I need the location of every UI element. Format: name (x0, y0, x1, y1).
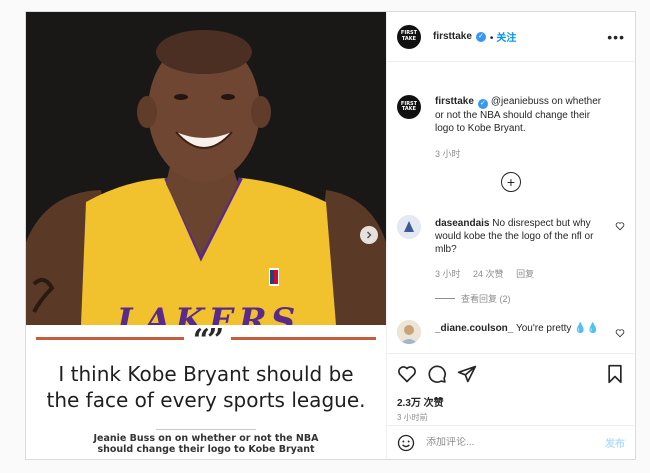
quote-rule-right (231, 337, 376, 340)
caption-username[interactable]: firsttake (435, 96, 474, 107)
caption-comment: FIRST TAKE firsttake ✓ @jeaniebuss on whet… (397, 95, 625, 175)
comment-username[interactable]: _diane.coulson_ (435, 323, 513, 334)
comment-input[interactable] (426, 437, 596, 448)
follow-label[interactable]: 关注 (496, 33, 516, 44)
next-image-button[interactable] (360, 226, 378, 244)
comment-like-button[interactable] (615, 328, 625, 338)
comment-button[interactable] (427, 364, 447, 384)
more-options-icon[interactable]: ••• (607, 29, 625, 45)
follow-button[interactable]: • 关注 (490, 29, 517, 44)
view-replies-button[interactable]: 查看回复 (2) (435, 292, 511, 305)
save-button[interactable] (605, 364, 625, 384)
post-timestamp[interactable]: 3 小时前 (397, 412, 428, 423)
quote-caption: Jeanie Buss on on whether or not the NBA… (26, 433, 386, 455)
comment-composer: 发布 (387, 425, 635, 459)
verified-icon: ✓ (475, 31, 486, 42)
commenter-avatar[interactable] (397, 215, 421, 239)
comment-item: _diane.coulson_ You're pretty 💧💧 (397, 320, 625, 353)
caption-line-2: should change their logo to Kobe Bryant (97, 444, 315, 455)
avatar-image (397, 320, 421, 344)
quote-card: “” I think Kobe Bryant should be the fac… (26, 325, 386, 459)
share-button[interactable] (457, 364, 477, 384)
heart-icon (398, 366, 416, 383)
comment-text: daseandais No disrespect but why would k… (435, 217, 611, 256)
like-button[interactable] (397, 364, 417, 384)
comment-reply-button[interactable]: 回复 (516, 269, 534, 279)
author-avatar[interactable]: FIRST TAKE (397, 24, 421, 49)
likes-count[interactable]: 2.3万 次赞 (397, 394, 444, 409)
load-more-comments-button[interactable]: + (501, 172, 521, 192)
post-media: LAKERS “” I think Kobe Bryant should be … (26, 12, 386, 459)
post-photo: LAKERS (26, 12, 386, 325)
plus-circle-icon: + (506, 174, 516, 190)
quote-rule-left (36, 337, 184, 340)
commenter-avatar[interactable] (397, 320, 421, 344)
heart-icon (615, 329, 625, 338)
verified-icon: ✓ (477, 99, 488, 109)
headline-line-2: the face of every sports league. (46, 388, 366, 412)
caption-text: firsttake ✓ @jeaniebuss on whether or not … (435, 95, 611, 135)
share-icon (457, 365, 477, 383)
author-username[interactable]: firsttake (433, 31, 472, 42)
comment-icon (428, 365, 446, 383)
post-sidebar: FIRST TAKE firsttake ✓ • 关注 ••• FIRST TAK… (386, 12, 635, 459)
caption-author-avatar[interactable]: FIRST TAKE (397, 95, 421, 119)
caption-line-1: Jeanie Buss on on whether or not the NBA (93, 433, 319, 444)
emoji-icon[interactable] (397, 434, 415, 452)
comment-text: _diane.coulson_ You're pretty 💧💧 (435, 322, 611, 335)
kobe-photo: LAKERS (26, 12, 386, 325)
instagram-post: LAKERS “” I think Kobe Bryant should be … (25, 11, 636, 460)
comment-body: You're pretty 💧💧 (515, 323, 600, 334)
comment-username[interactable]: daseandais (435, 218, 489, 229)
post-header: FIRST TAKE firsttake ✓ • 关注 ••• (387, 12, 635, 62)
comments-list: FIRST TAKE firsttake ✓ @jeaniebuss on whet… (387, 63, 635, 353)
comment-time: 3 小时 (435, 269, 461, 279)
comment-meta: 3 小时 24 次赞 回复 (435, 267, 544, 280)
caption-time: 3 小时 (435, 149, 461, 159)
comment-like-button[interactable] (615, 221, 625, 231)
caption-divider (156, 429, 256, 430)
headline-line-1: I think Kobe Bryant should be (58, 362, 354, 386)
post-actions: 2.3万 次赞 3 小时前 (387, 353, 635, 425)
bookmark-icon (608, 364, 622, 384)
view-replies-label[interactable]: 查看回复 (2) (461, 292, 511, 305)
heart-icon (615, 222, 625, 231)
comment-item: daseandais No disrespect but why would k… (397, 215, 625, 309)
quote-marks: “” (192, 323, 225, 358)
post-comment-button[interactable]: 发布 (605, 435, 625, 450)
jersey-lettering: LAKERS (116, 301, 300, 325)
chevron-right-icon (366, 231, 372, 239)
avatar-image (397, 215, 421, 239)
replies-dash (435, 298, 455, 299)
quote-headline: I think Kobe Bryant should be the face o… (26, 361, 386, 413)
comment-likes[interactable]: 24 次赞 (473, 269, 504, 279)
